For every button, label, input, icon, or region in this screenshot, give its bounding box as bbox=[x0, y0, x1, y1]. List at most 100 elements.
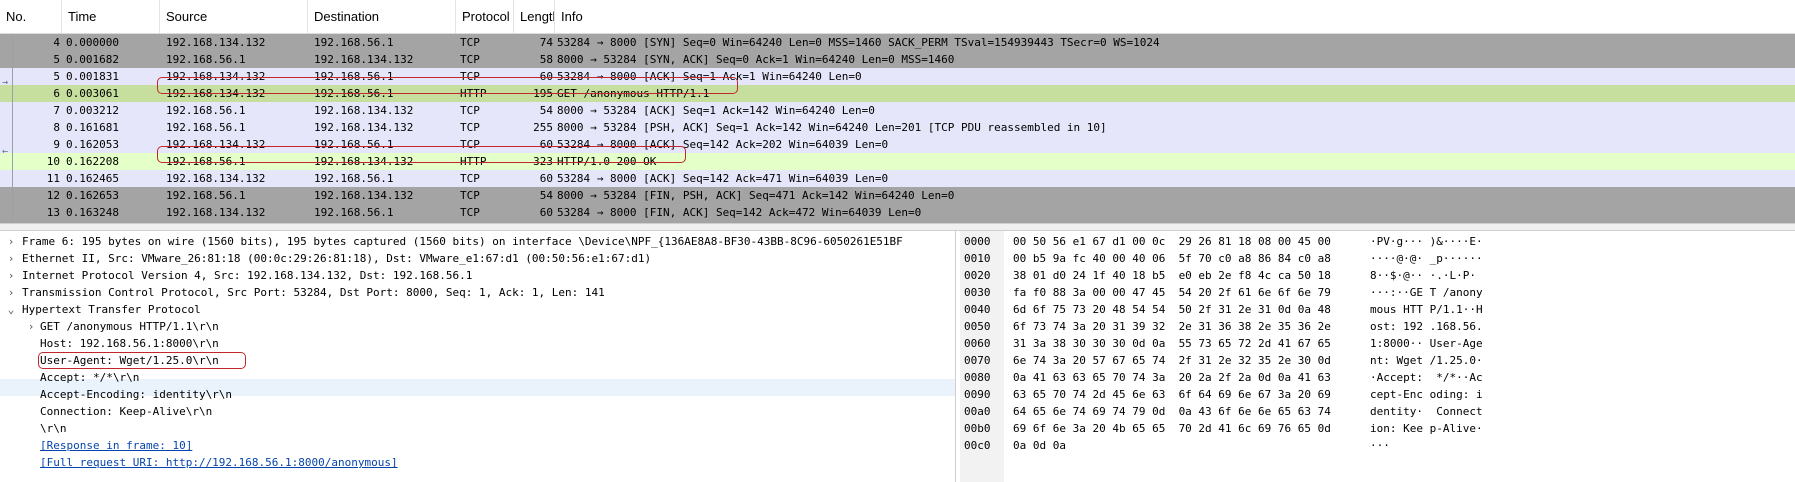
cell-info: GET /anonymous HTTP/1.1 bbox=[557, 87, 710, 100]
cell-source: 192.168.134.132 bbox=[166, 36, 266, 49]
detail-tree-item[interactable]: Connection: Keep-Alive\r\n bbox=[0, 403, 955, 420]
cell-time: 0.162653 bbox=[66, 189, 119, 202]
detail-tree-item[interactable]: Accept: */*\r\n bbox=[0, 369, 955, 386]
expand-down-icon[interactable]: ⌄ bbox=[6, 301, 16, 318]
cell-no: 13 bbox=[46, 206, 60, 219]
detail-text: GET /anonymous HTTP/1.1\r\n bbox=[40, 320, 219, 333]
detail-text: \r\n bbox=[40, 422, 67, 435]
byte-ascii: ···:··GE T /anony bbox=[1370, 286, 1483, 299]
detail-tree-item[interactable]: User-Agent: Wget/1.25.0\r\n bbox=[0, 352, 955, 369]
detail-tree-item[interactable]: \r\n bbox=[0, 420, 955, 437]
byte-ascii: ·Accept: */*··Ac bbox=[1370, 371, 1483, 384]
byte-ascii: 1:8000·· User-Age bbox=[1370, 337, 1483, 350]
packet-row[interactable]: 5 0.001682 192.168.56.1 192.168.134.132 TCP 5… bbox=[0, 51, 1795, 68]
cell-time: 0.003212 bbox=[66, 104, 119, 117]
packet-row[interactable]: 12 0.162653 192.168.56.1 192.168.134.132 TCP… bbox=[0, 187, 1795, 204]
cell-info: 8000 → 53284 [ACK] Seq=1 Ack=142 Win=642… bbox=[557, 104, 875, 117]
detail-tree-item[interactable]: › Frame 6: 195 bytes on wire (1560 bits),… bbox=[0, 233, 955, 250]
expand-right-icon[interactable]: › bbox=[6, 233, 16, 250]
cell-time: 0.162465 bbox=[66, 172, 119, 185]
cell-info: 8000 → 53284 [SYN, ACK] Seq=0 Ack=1 Win=… bbox=[557, 53, 955, 66]
cell-length: 255 bbox=[533, 121, 553, 134]
detail-tree-item[interactable]: [Response in frame: 10] bbox=[0, 437, 955, 454]
detail-link[interactable]: [Response in frame: 10] bbox=[40, 437, 192, 454]
detail-tree-item[interactable]: › Transmission Control Protocol, Src Port… bbox=[0, 284, 955, 301]
cell-info: 53284 → 8000 [SYN] Seq=0 Win=64240 Len=0… bbox=[557, 36, 1160, 49]
detail-tree-item[interactable]: ⌄ Hypertext Transfer Protocol bbox=[0, 301, 955, 318]
packet-row[interactable]: 4 0.000000 192.168.134.132 192.168.56.1 TCP 7… bbox=[0, 34, 1795, 51]
cell-destination: 192.168.56.1 bbox=[314, 70, 394, 83]
packet-row[interactable]: 13 0.163248 192.168.134.132 192.168.56.1 TCP… bbox=[0, 204, 1795, 221]
cell-length: 195 bbox=[533, 87, 553, 100]
cell-no: 12 bbox=[46, 189, 60, 202]
cell-source: 192.168.56.1 bbox=[166, 121, 246, 134]
expand-right-icon[interactable]: › bbox=[26, 318, 36, 335]
byte-ascii: 8··$·@·· ·.·L·P· bbox=[1370, 269, 1476, 282]
cell-source: 192.168.56.1 bbox=[166, 104, 246, 117]
cell-protocol: TCP bbox=[460, 189, 480, 202]
pane-splitter[interactable] bbox=[0, 223, 1795, 231]
packet-bytes-pane[interactable]: 0000 00 50 56 e1 67 d1 00 0c 29 26 81 18 … bbox=[960, 231, 1795, 482]
detail-tree-item[interactable]: › Ethernet II, Src: VMware_26:81:18 (00:0… bbox=[0, 250, 955, 267]
response-arrow-icon: ← bbox=[2, 146, 9, 157]
detail-tree-item[interactable]: [Full request URI: http://192.168.56.1:8… bbox=[0, 454, 955, 471]
byte-hex: 6d 6f 75 73 20 48 54 54 50 2f 31 2e 31 0… bbox=[1013, 303, 1331, 316]
expand-right-icon[interactable]: › bbox=[6, 284, 16, 301]
byte-offset: 0020 bbox=[964, 269, 991, 282]
detail-tree-item[interactable]: › GET /anonymous HTTP/1.1\r\n bbox=[0, 318, 955, 335]
packet-row[interactable]: 5 0.001831 192.168.134.132 192.168.56.1 TCP 6… bbox=[0, 68, 1795, 85]
column-header-source[interactable]: Source bbox=[160, 0, 308, 33]
byte-hex: 38 01 d0 24 1f 40 18 b5 e0 eb 2e f8 4c c… bbox=[1013, 269, 1331, 282]
column-header-info[interactable]: Info bbox=[555, 0, 1795, 33]
byte-ascii: cept-Enc oding: i bbox=[1370, 388, 1483, 401]
expand-right-icon[interactable]: › bbox=[6, 250, 16, 267]
cell-no: 8 bbox=[53, 121, 60, 134]
byte-offset: 00c0 bbox=[964, 439, 991, 452]
cell-no: 10 bbox=[46, 155, 60, 168]
expand-right-icon[interactable]: › bbox=[6, 267, 16, 284]
column-header-time[interactable]: Time bbox=[62, 0, 160, 33]
cell-no: 6 bbox=[53, 87, 60, 100]
packet-row[interactable]: 6 0.003061 192.168.134.132 192.168.56.1 HTTP… bbox=[0, 85, 1795, 102]
cell-no: 5 bbox=[53, 70, 60, 83]
byte-ascii: dentity· Connect bbox=[1370, 405, 1483, 418]
packet-row[interactable]: 10 0.162208 192.168.56.1 192.168.134.132 HTT… bbox=[0, 153, 1795, 170]
column-header-no[interactable]: No. bbox=[0, 0, 62, 33]
detail-link[interactable]: [Full request URI: http://192.168.56.1:8… bbox=[40, 454, 398, 471]
cell-protocol: HTTP bbox=[460, 87, 487, 100]
packet-row[interactable]: 7 0.003212 192.168.56.1 192.168.134.132 TCP 5… bbox=[0, 102, 1795, 119]
cell-time: 0.001831 bbox=[66, 70, 119, 83]
column-header-protocol[interactable]: Protocol bbox=[456, 0, 514, 33]
detail-text: Transmission Control Protocol, Src Port:… bbox=[22, 286, 605, 299]
byte-offset: 0030 bbox=[964, 286, 991, 299]
packet-list-header: No. Time Source Destination Protocol Len… bbox=[0, 0, 1795, 34]
byte-offset: 0010 bbox=[964, 252, 991, 265]
cell-time: 0.003061 bbox=[66, 87, 119, 100]
packet-row[interactable]: 11 0.162465 192.168.134.132 192.168.56.1 TCP… bbox=[0, 170, 1795, 187]
cell-source: 192.168.134.132 bbox=[166, 87, 266, 100]
byte-hex: fa f0 88 3a 00 00 47 45 54 20 2f 61 6e 6… bbox=[1013, 286, 1331, 299]
request-arrow-icon: → bbox=[2, 77, 9, 88]
detail-tree-item[interactable]: Host: 192.168.56.1:8000\r\n bbox=[0, 335, 955, 352]
cell-info: 53284 → 8000 [ACK] Seq=1 Ack=1 Win=64240… bbox=[557, 70, 862, 83]
packet-row[interactable]: 9 0.162053 192.168.134.132 192.168.56.1 TCP 6… bbox=[0, 136, 1795, 153]
packet-details-pane[interactable]: › Frame 6: 195 bytes on wire (1560 bits),… bbox=[0, 231, 956, 482]
detail-text: Accept: */*\r\n bbox=[40, 371, 140, 384]
byte-offset: 00a0 bbox=[964, 405, 991, 418]
detail-tree-item[interactable]: Accept-Encoding: identity\r\n bbox=[0, 386, 955, 403]
byte-ascii: nt: Wget /1.25.0· bbox=[1370, 354, 1483, 367]
cell-destination: 192.168.134.132 bbox=[314, 121, 414, 134]
packet-list-pane[interactable]: No. Time Source Destination Protocol Len… bbox=[0, 0, 1795, 223]
column-header-destination[interactable]: Destination bbox=[308, 0, 456, 33]
byte-hex: 00 50 56 e1 67 d1 00 0c 29 26 81 18 08 0… bbox=[1013, 235, 1331, 248]
byte-offset: 00b0 bbox=[964, 422, 991, 435]
byte-offset: 0060 bbox=[964, 337, 991, 350]
byte-hex: 6f 73 74 3a 20 31 39 32 2e 31 36 38 2e 3… bbox=[1013, 320, 1331, 333]
cell-source: 192.168.134.132 bbox=[166, 206, 266, 219]
packet-row[interactable]: 8 0.161681 192.168.56.1 192.168.134.132 TCP 2… bbox=[0, 119, 1795, 136]
column-header-length[interactable]: Length bbox=[514, 0, 555, 33]
cell-length: 60 bbox=[539, 138, 553, 151]
byte-hex: 0a 0d 0a bbox=[1013, 439, 1066, 452]
byte-hex: 0a 41 63 63 65 70 74 3a 20 2a 2f 2a 0d 0… bbox=[1013, 371, 1331, 384]
detail-tree-item[interactable]: › Internet Protocol Version 4, Src: 192.1… bbox=[0, 267, 955, 284]
